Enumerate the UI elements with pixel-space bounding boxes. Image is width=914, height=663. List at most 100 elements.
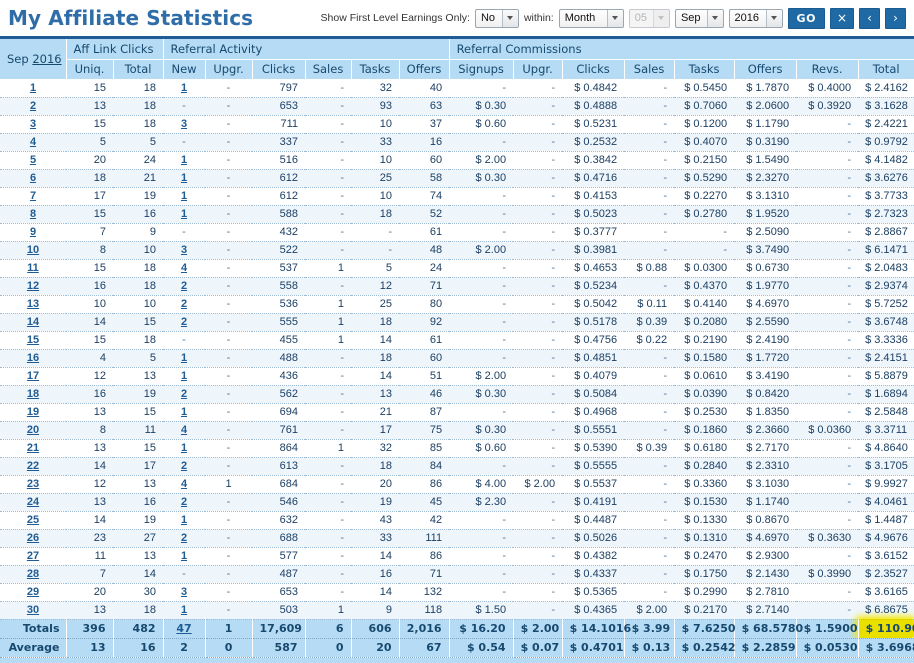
day-link[interactable]: 19 [27, 406, 39, 418]
day-link[interactable]: 5 [30, 154, 36, 166]
day-link[interactable]: 17 [27, 370, 39, 382]
day-link[interactable]: 21 [27, 442, 39, 454]
col-com-upgr[interactable]: Upgr. [513, 58, 563, 79]
next-period-button[interactable]: › [885, 7, 906, 29]
cell-signups: $ 0.30 [449, 97, 514, 116]
new-referrals-link[interactable]: 1 [181, 514, 187, 526]
cell-revs: - [796, 169, 859, 188]
new-referrals-link[interactable]: 2 [181, 316, 187, 328]
col-com-tasks[interactable]: Tasks [674, 58, 735, 79]
day-link[interactable]: 10 [27, 244, 39, 256]
cell-sales: - [624, 583, 675, 602]
new-referrals-link[interactable]: 4 [181, 478, 187, 490]
col-com-clicks[interactable]: Clicks [562, 58, 625, 79]
new-referrals-link[interactable]: 3 [181, 244, 187, 256]
new-referrals-link[interactable]: 1 [181, 370, 187, 382]
day-link[interactable]: 18 [27, 388, 39, 400]
cell-uniq: 14 [66, 511, 113, 530]
col-act-sales[interactable]: Sales [305, 58, 352, 79]
cell-upgr: - [513, 457, 563, 476]
col-com-offers[interactable]: Offers [734, 58, 797, 79]
previous-period-button[interactable]: ‹ [859, 7, 880, 29]
new-referrals-link[interactable]: 1 [181, 82, 187, 94]
new-referrals-link[interactable]: 1 [181, 190, 187, 202]
new-referrals-link[interactable]: 4 [181, 424, 187, 436]
day-link[interactable]: 29 [27, 586, 39, 598]
new-referrals-link[interactable]: 1 [181, 172, 187, 184]
cell-offers: $ 1.9770 [734, 277, 797, 296]
day-link[interactable]: 25 [27, 514, 39, 526]
new-referrals-link[interactable]: 1 [181, 442, 187, 454]
day-select[interactable]: 05 [628, 8, 670, 28]
new-referrals-link[interactable]: 1 [181, 208, 187, 220]
cell-signups: - [449, 403, 514, 422]
day-link[interactable]: 13 [27, 298, 39, 310]
day-link[interactable]: 30 [27, 604, 39, 616]
cell-total: 16 [113, 205, 164, 224]
col-com-signups[interactable]: Signups [449, 58, 514, 79]
new-referrals-link[interactable]: 2 [181, 280, 187, 292]
period-select[interactable]: Month [558, 8, 624, 28]
new-referrals-link[interactable]: 3 [181, 118, 187, 130]
new-referrals-link[interactable]: 2 [181, 460, 187, 472]
first-level-earnings-select[interactable]: No [474, 8, 519, 28]
day-link[interactable]: 28 [27, 568, 39, 580]
col-act-new[interactable]: New [163, 58, 206, 79]
month-select[interactable]: Sep [674, 8, 724, 28]
cell-clicks: 436 [252, 367, 306, 386]
cell-uniq: 20 [66, 151, 113, 170]
col-act-tasks[interactable]: Tasks [351, 58, 400, 79]
new-referrals-link[interactable]: 1 [181, 154, 187, 166]
col-aff-total[interactable]: Total [113, 58, 164, 79]
day-link[interactable]: 15 [27, 334, 39, 346]
day-link[interactable]: 2 [30, 100, 36, 112]
cell-offers: $ 4.6970 [734, 529, 797, 548]
day-link[interactable]: 16 [27, 352, 39, 364]
corner-year[interactable]: 2016 [32, 52, 61, 66]
cell-signups: - [449, 565, 514, 584]
new-referrals-link[interactable]: 4 [181, 262, 187, 274]
day-link[interactable]: 12 [27, 280, 39, 292]
day-link[interactable]: 26 [27, 532, 39, 544]
col-com-sales[interactable]: Sales [624, 58, 675, 79]
new-referrals-link[interactable]: 2 [181, 496, 187, 508]
new-referrals-link[interactable]: 2 [181, 388, 187, 400]
cell-uniq: 5 [66, 133, 113, 152]
year-select[interactable]: 2016 [728, 8, 783, 28]
cell-clicks: $ 0.5365 [562, 583, 625, 602]
cell-total: $ 3.7733 [858, 187, 914, 206]
day-link[interactable]: 23 [27, 478, 39, 490]
new-referrals-link[interactable]: 1 [181, 550, 187, 562]
day-link[interactable]: 7 [30, 190, 36, 202]
col-com-total[interactable]: Total [858, 58, 914, 79]
clear-button[interactable]: × [829, 7, 854, 29]
col-act-offers[interactable]: Offers [399, 58, 450, 79]
new-referrals-link[interactable]: 1 [181, 352, 187, 364]
col-com-revs[interactable]: Revs. [796, 58, 859, 79]
day-link[interactable]: 6 [30, 172, 36, 184]
new-referrals-link[interactable]: 1 [181, 406, 187, 418]
day-link[interactable]: 9 [30, 226, 36, 238]
day-link[interactable]: 27 [27, 550, 39, 562]
col-act-upgr[interactable]: Upgr. [205, 58, 253, 79]
new-referrals-link[interactable]: 3 [181, 586, 187, 598]
cell-sales: - [305, 547, 352, 566]
day-link[interactable]: 1 [30, 82, 36, 94]
day-link[interactable]: 11 [27, 262, 39, 274]
day-link[interactable]: 14 [27, 316, 39, 328]
total-revs: $ 1.5900 [796, 619, 859, 639]
day-link[interactable]: 24 [27, 496, 39, 508]
col-aff-uniq[interactable]: Uniq. [66, 58, 114, 79]
day-link[interactable]: 22 [27, 460, 39, 472]
day-link[interactable]: 4 [30, 136, 36, 148]
cell-total: $ 1.4487 [858, 511, 914, 530]
go-button[interactable]: GO [787, 7, 825, 29]
new-referrals-link[interactable]: 2 [181, 532, 187, 544]
new-referrals-link[interactable]: 1 [181, 604, 187, 616]
new-referrals-link[interactable]: 2 [181, 298, 187, 310]
total-new-referrals-link[interactable]: 47 [176, 622, 191, 635]
day-link[interactable]: 3 [30, 118, 36, 130]
day-link[interactable]: 8 [30, 208, 36, 220]
day-link[interactable]: 20 [27, 424, 39, 436]
col-act-clicks[interactable]: Clicks [252, 58, 306, 79]
